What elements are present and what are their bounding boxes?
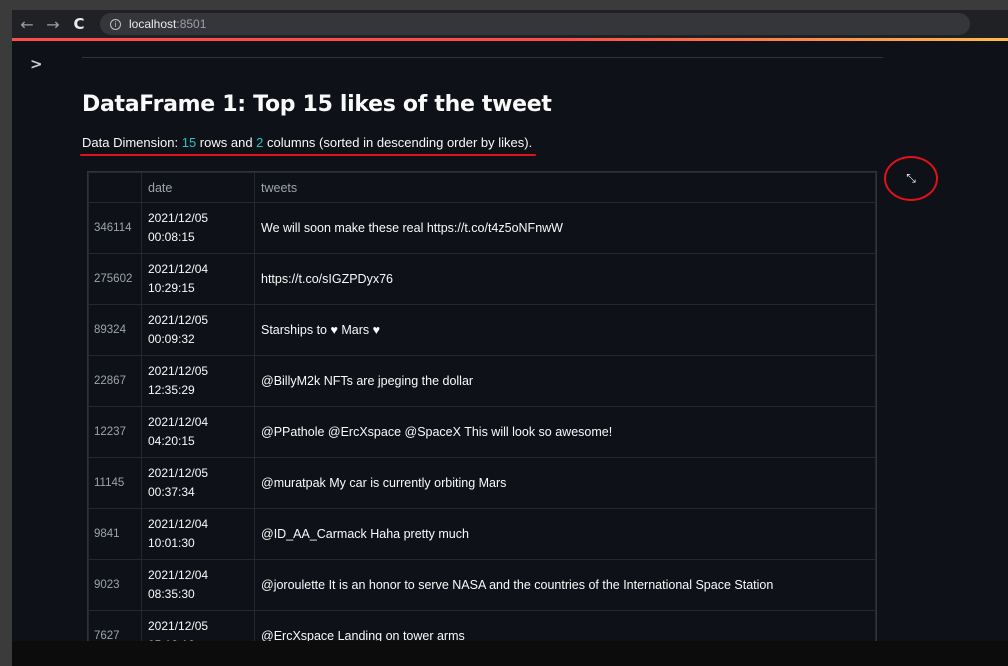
- row-index[interactable]: 12237: [88, 406, 142, 458]
- dimension-middle: rows and: [196, 135, 257, 150]
- browser-toolbar: ← → C i localhost:8501: [12, 10, 1008, 38]
- tweet-cell[interactable]: https://t.co/sIGZPDyx76: [254, 253, 876, 305]
- data-dimension-text: Data Dimension: 15 rows and 2 columns (s…: [82, 135, 532, 150]
- date-cell[interactable]: 2021/12/04 04:20:15: [141, 406, 255, 458]
- page-title: DataFrame 1: Top 15 likes of the tweet: [82, 92, 552, 117]
- tweet-cell[interactable]: @muratpak My car is currently orbiting M…: [254, 457, 876, 509]
- tweet-cell[interactable]: @ID_AA_Carmack Haha pretty much: [254, 508, 876, 560]
- url-host: localhost: [129, 17, 177, 31]
- url-port: :8501: [176, 17, 207, 31]
- streamlit-app: > DataFrame 1: Top 15 likes of the tweet…: [12, 41, 1008, 641]
- tweet-cell[interactable]: @PPathole @ErcXspace @SpaceX This will l…: [254, 406, 876, 458]
- table-header-row: date tweets: [88, 172, 876, 203]
- column-header-index[interactable]: [88, 172, 142, 203]
- date-cell[interactable]: 2021/12/05 00:08:15: [141, 202, 255, 254]
- date-cell[interactable]: 2021/12/05 12:35:29: [141, 355, 255, 407]
- back-arrow-icon[interactable]: ←: [16, 15, 38, 34]
- dimension-suffix: columns (sorted in descending order by l…: [263, 135, 533, 150]
- sidebar-expand-chevron-icon[interactable]: >: [30, 55, 43, 73]
- date-cell[interactable]: 2021/12/04 10:29:15: [141, 253, 255, 305]
- row-index[interactable]: 9023: [88, 559, 142, 611]
- dimension-prefix: Data Dimension:: [82, 135, 182, 150]
- table-row: 12237 2021/12/04 04:20:15 @PPathole @Erc…: [88, 406, 876, 458]
- date-cell[interactable]: 2021/12/04 10:01:30: [141, 508, 255, 560]
- row-index[interactable]: 346114: [88, 202, 142, 254]
- screenshot-frame: ← → C i localhost:8501 > DataFrame 1: To…: [0, 0, 1008, 666]
- column-header-tweets[interactable]: tweets: [254, 172, 876, 203]
- date-cell[interactable]: 2021/12/05 00:37:34: [141, 457, 255, 509]
- row-index[interactable]: 89324: [88, 304, 142, 356]
- tweet-cell[interactable]: @ErcXspace Landing on tower arms: [254, 610, 876, 641]
- row-index[interactable]: 9841: [88, 508, 142, 560]
- reload-icon[interactable]: C: [68, 15, 90, 33]
- tweet-cell[interactable]: Starships to ♥ Mars ♥: [254, 304, 876, 356]
- date-cell[interactable]: 2021/12/05 00:09:32: [141, 304, 255, 356]
- date-cell[interactable]: 2021/12/05 05:12:16: [141, 610, 255, 641]
- date-cell[interactable]: 2021/12/04 08:35:30: [141, 559, 255, 611]
- horizontal-divider: [82, 57, 883, 58]
- column-header-date[interactable]: date: [141, 172, 255, 203]
- table-row: 275602 2021/12/04 10:29:15 https://t.co/…: [88, 253, 876, 305]
- row-index[interactable]: 22867: [88, 355, 142, 407]
- info-icon[interactable]: i: [110, 18, 121, 30]
- address-bar[interactable]: i localhost:8501: [100, 13, 970, 35]
- table-row: 346114 2021/12/05 00:08:15 We will soon …: [88, 202, 876, 254]
- table-row: 22867 2021/12/05 12:35:29 @BillyM2k NFTs…: [88, 355, 876, 407]
- bottom-overlay-bar: [12, 641, 1008, 666]
- row-index[interactable]: 275602: [88, 253, 142, 305]
- fullscreen-button[interactable]: ⤡: [884, 156, 938, 201]
- tweet-cell[interactable]: We will soon make these real https://t.c…: [254, 202, 876, 254]
- dataframe-table[interactable]: date tweets 346114 2021/12/05 00:08:15 W…: [87, 171, 877, 641]
- forward-arrow-icon[interactable]: →: [42, 15, 64, 34]
- table-row: 89324 2021/12/05 00:09:32 Starships to ♥…: [88, 304, 876, 356]
- expand-arrows-icon: ⤡: [906, 171, 916, 185]
- table-row: 11145 2021/12/05 00:37:34 @muratpak My c…: [88, 457, 876, 509]
- table-row: 9023 2021/12/04 08:35:30 @joroulette It …: [88, 559, 876, 611]
- row-index[interactable]: 11145: [88, 457, 142, 509]
- tweet-cell[interactable]: @joroulette It is an honor to serve NASA…: [254, 559, 876, 611]
- row-count: 15: [181, 135, 197, 150]
- red-underline-annotation: [80, 154, 536, 156]
- table-row: 7627 2021/12/05 05:12:16 @ErcXspace Land…: [88, 610, 876, 641]
- table-row: 9841 2021/12/04 10:01:30 @ID_AA_Carmack …: [88, 508, 876, 560]
- tweet-cell[interactable]: @BillyM2k NFTs are jpeging the dollar: [254, 355, 876, 407]
- row-index[interactable]: 7627: [88, 610, 142, 641]
